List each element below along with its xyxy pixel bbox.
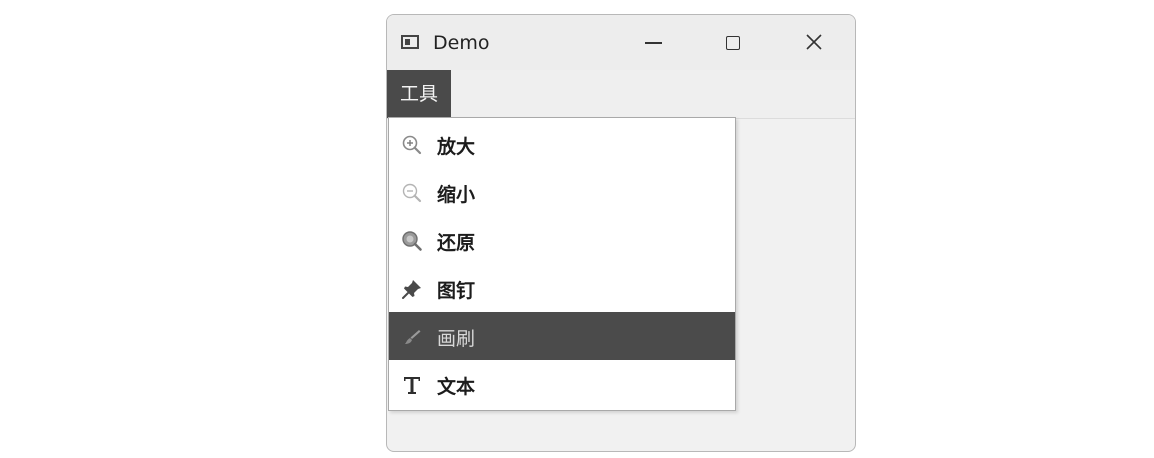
menu-item-label: 放大	[437, 136, 476, 158]
menu-item-zoom-in[interactable]: 放大	[389, 120, 735, 168]
menu-item-label: 还原	[437, 232, 476, 254]
brush-icon	[405, 330, 421, 344]
maximize-icon	[726, 36, 740, 50]
zoom-reset-icon	[402, 231, 422, 251]
minimize-icon	[645, 42, 662, 44]
title-bar[interactable]: Demo	[387, 15, 855, 70]
menu-item-text[interactable]: 文本	[389, 360, 735, 408]
menu-item-label: 画刷	[437, 328, 476, 350]
menu-tools[interactable]: 工具	[387, 70, 451, 118]
menu-item-brush[interactable]: 画刷	[389, 312, 735, 360]
menu-item-label: 图钉	[437, 280, 476, 302]
menu-item-pin[interactable]: 图钉	[389, 264, 735, 312]
zoom-out-icon	[402, 183, 422, 203]
close-button[interactable]	[791, 27, 837, 59]
menu-bar: 工具	[387, 70, 855, 119]
pin-icon	[402, 280, 421, 299]
text-icon	[404, 377, 420, 394]
minimize-button[interactable]	[631, 27, 677, 59]
window-title: Demo	[433, 32, 490, 54]
close-icon	[806, 34, 822, 50]
menu-item-label: 文本	[437, 376, 476, 398]
zoom-in-icon	[402, 135, 422, 155]
maximize-button[interactable]	[711, 27, 757, 59]
menu-item-zoom-reset[interactable]: 还原	[389, 216, 735, 264]
menu-item-label: 缩小	[437, 184, 476, 206]
app-window-icon	[401, 35, 419, 49]
tools-dropdown-menu: 放大 缩小 还原 图钉 画刷 文本	[388, 117, 736, 411]
menu-item-zoom-out[interactable]: 缩小	[389, 168, 735, 216]
